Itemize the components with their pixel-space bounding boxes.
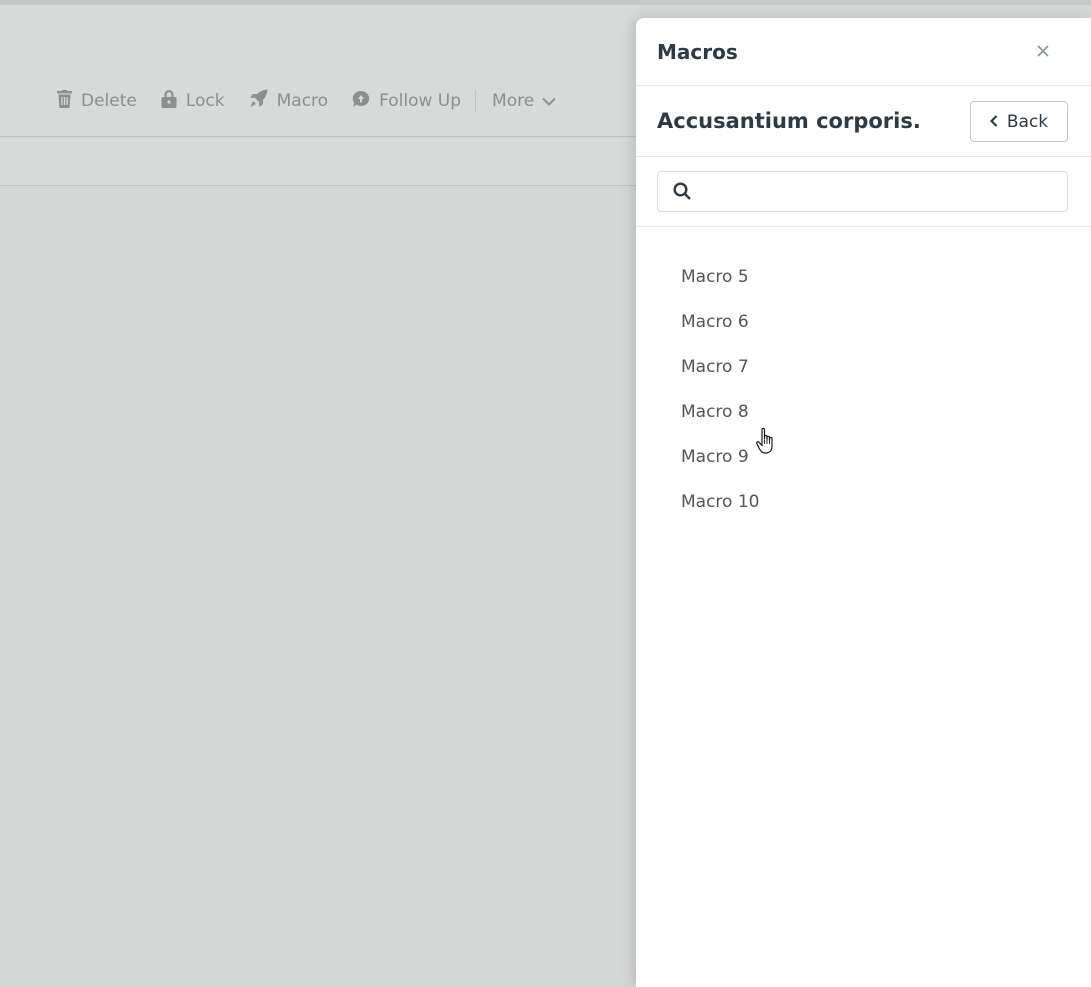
search-row	[636, 158, 1091, 227]
close-icon	[1034, 45, 1052, 64]
more-dropdown[interactable]: More	[492, 91, 556, 111]
chevron-down-icon	[534, 91, 556, 111]
toolbar-divider	[475, 90, 477, 112]
ticket-toolbar: Delete Lock Macro Follow Up More	[57, 87, 556, 115]
ticket-subbar	[0, 138, 640, 186]
delete-label: Delete	[81, 91, 137, 111]
chevron-left-icon	[989, 112, 1007, 132]
search-input[interactable]	[702, 176, 1052, 207]
macro-item[interactable]: Macro 9	[681, 441, 759, 486]
search-icon	[673, 182, 692, 205]
ticket-header: Delete Lock Macro Follow Up More	[0, 5, 640, 137]
follow-up-icon	[352, 90, 379, 113]
panel-header: Macros	[636, 18, 1091, 86]
hand-pointer-icon	[756, 427, 780, 459]
follow-up-button[interactable]: Follow Up	[352, 90, 461, 113]
ticket-body-overlay[interactable]	[0, 187, 640, 987]
back-button[interactable]: Back	[970, 101, 1068, 142]
category-title: Accusantium corporis.	[657, 109, 921, 133]
macro-item[interactable]: Macro 5	[681, 261, 759, 306]
macro-item[interactable]: Macro 7	[681, 351, 759, 396]
macro-item[interactable]: Macro 6	[681, 306, 759, 351]
category-header: Accusantium corporis. Back	[636, 87, 1091, 157]
macro-item[interactable]: Macro 8	[681, 396, 759, 441]
close-button[interactable]	[1034, 42, 1052, 60]
delete-button[interactable]: Delete	[57, 89, 137, 113]
follow-up-label: Follow Up	[379, 91, 462, 111]
panel-title: Macros	[657, 40, 738, 64]
trash-icon	[57, 89, 81, 113]
macro-button[interactable]: Macro	[249, 89, 328, 113]
macro-label: Macro	[276, 91, 329, 111]
lock-button[interactable]: Lock	[161, 89, 225, 113]
macro-list: Macro 5 Macro 6 Macro 7 Macro 8 Macro 9 …	[681, 261, 759, 531]
macros-panel: Macros Accusantium corporis. Back Macro …	[636, 18, 1091, 987]
lock-icon	[161, 89, 186, 113]
search-field[interactable]	[657, 171, 1068, 212]
back-label: Back	[1006, 111, 1049, 132]
macro-item[interactable]: Macro 10	[681, 486, 759, 531]
more-label: More	[492, 91, 535, 111]
lock-label: Lock	[185, 91, 225, 111]
rocket-icon	[249, 89, 277, 113]
